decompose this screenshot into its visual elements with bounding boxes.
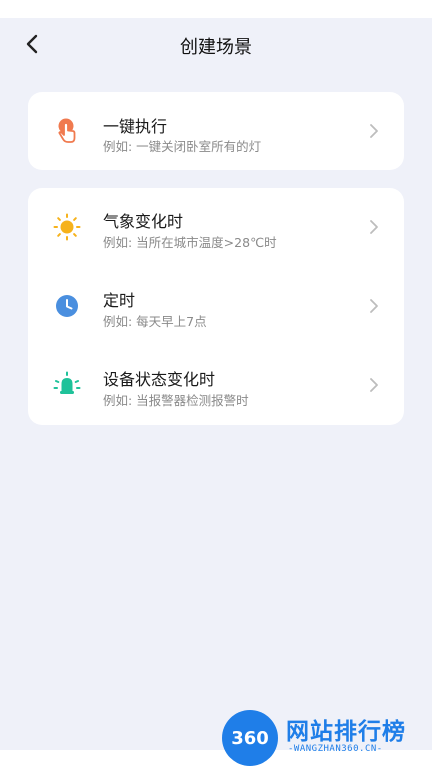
option-subtitle: 例如: 当所在城市温度>28℃时 [103,235,277,250]
top-bar: 创建场景 [0,18,432,74]
chevron-right-icon [370,220,378,234]
option-timer[interactable]: 定时 例如: 每天早上7点 [28,267,404,346]
option-subtitle: 例如: 每天早上7点 [103,314,207,329]
option-weather-change[interactable]: 气象变化时 例如: 当所在城市温度>28℃时 [28,188,404,267]
page-title: 创建场景 [180,37,252,58]
hand-tap-icon [52,116,82,146]
clock-icon [52,291,82,321]
chevron-right-icon [370,378,378,392]
option-title: 气象变化时 [103,212,184,231]
option-subtitle: 例如: 一键关闭卧室所有的灯 [103,139,262,154]
sun-icon [52,212,82,242]
chevron-right-icon [370,299,378,313]
auto-trigger-card: 气象变化时 例如: 当所在城市温度>28℃时 定时 例如: 每天早上7点 设备状… [28,188,404,425]
option-title: 定时 [103,291,136,310]
watermark-badge: 360 [222,710,278,766]
manual-trigger-card: 一键执行 例如: 一键关闭卧室所有的灯 [28,92,404,170]
watermark-subtext: -WANGZHAN360.CN- [288,744,383,754]
option-one-tap-execute[interactable]: 一键执行 例如: 一键关闭卧室所有的灯 [28,92,404,171]
alarm-bulb-icon [52,370,82,400]
option-title: 一键执行 [103,117,168,136]
app-screen: 创建场景 一键执行 例如: 一键关闭卧室所有的灯 气象变化时 例如: 当所在城市… [0,0,432,768]
chevron-right-icon [370,124,378,138]
option-title: 设备状态变化时 [103,370,216,389]
option-device-state-change[interactable]: 设备状态变化时 例如: 当报警器检测报警时 [28,346,404,425]
status-bar-area [0,0,432,18]
option-subtitle: 例如: 当报警器检测报警时 [103,393,249,408]
watermark-text: 网站排行榜 [286,719,406,745]
site-watermark: 360 网站排行榜 -WANGZHAN360.CN- [222,706,432,766]
